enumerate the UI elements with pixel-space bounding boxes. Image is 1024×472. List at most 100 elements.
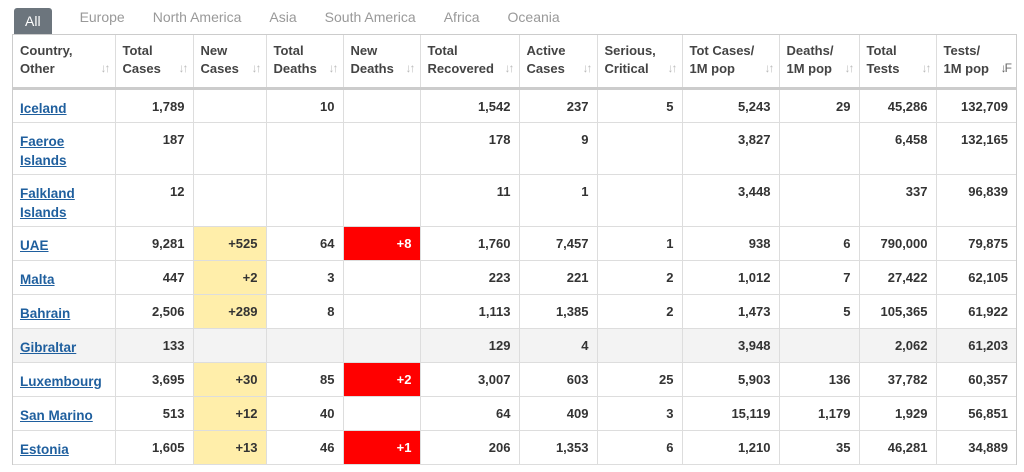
sort-arrows-icon[interactable]: ↓↑ (329, 59, 339, 77)
total-deaths-cell (266, 174, 344, 227)
new-cases-cell: +30 (193, 362, 267, 397)
cases-per-m-cell: 15,119 (682, 396, 780, 431)
sort-arrows-icon[interactable]: ↓↑ (505, 59, 515, 77)
tab-south-america[interactable]: South America (325, 7, 416, 27)
column-header[interactable]: Total Recovered ↓↑ (420, 35, 520, 90)
table-header-row: Country, Other ↓↑ Total Cases ↓↑ New Cases ↓↑ Tot… (13, 35, 1016, 90)
cases-per-m-cell: 3,448 (682, 174, 780, 227)
tests-per-m-cell: 56,851 (936, 396, 1016, 431)
country-cell: Malta (13, 260, 116, 295)
total-cases-cell: 2,506 (115, 294, 194, 329)
country-cell: Luxembourg (13, 362, 116, 397)
sort-arrows-icon[interactable]: ↓↑ (252, 59, 262, 77)
tests-per-m-cell: 79,875 (936, 226, 1016, 261)
country-cell: San Marino (13, 396, 116, 431)
country-link[interactable]: UAE (20, 238, 49, 253)
new-deaths-cell (343, 122, 421, 175)
tab-africa[interactable]: Africa (444, 7, 480, 27)
country-cell: UAE (13, 226, 116, 261)
column-header[interactable]: Total Tests ↓↑ (859, 35, 937, 90)
country-link[interactable]: Estonia (20, 442, 69, 457)
new-deaths-cell (343, 328, 421, 363)
new-cases-cell: +12 (193, 396, 267, 431)
country-link[interactable]: Falkland Islands (20, 186, 75, 220)
tests-cell: 6,458 (859, 122, 937, 175)
column-header[interactable]: Tot Cases/1M pop ↓↑ (682, 35, 780, 90)
country-link[interactable]: Malta (20, 272, 55, 287)
recovered-cell: 11 (420, 174, 520, 227)
column-header[interactable]: Deaths/1M pop ↓↑ (779, 35, 860, 90)
column-header[interactable]: Country, Other ↓↑ (13, 35, 116, 90)
cases-per-m-cell: 1,473 (682, 294, 780, 329)
tests-per-m-cell: 34,889 (936, 430, 1016, 465)
sort-arrows-icon[interactable]: ↓↑ (179, 59, 189, 77)
total-cases-cell: 9,281 (115, 226, 194, 261)
recovered-cell: 1,760 (420, 226, 520, 261)
tab-all[interactable]: All (14, 8, 52, 34)
total-cases-cell: 187 (115, 122, 194, 175)
deaths-per-m-cell: 35 (779, 430, 860, 465)
column-header[interactable]: Total Cases ↓↑ (115, 35, 194, 90)
column-header[interactable]: New Deaths ↓↑ (343, 35, 421, 90)
table-row: Bahrain 2,506 +289 8 1,113 1,385 2 1,473 5 105,36… (13, 294, 1016, 329)
new-deaths-cell: +1 (343, 430, 421, 465)
sort-arrows-icon[interactable]: ↓↑ (922, 59, 932, 77)
cases-per-m-cell: 1,210 (682, 430, 780, 465)
active-cell: 237 (519, 88, 598, 123)
sort-desc-icon[interactable]: ↓F (1001, 59, 1012, 77)
column-header[interactable]: Serious, Critical ↓↑ (597, 35, 683, 90)
tests-cell: 27,422 (859, 260, 937, 295)
sort-arrows-icon[interactable]: ↓↑ (668, 59, 678, 77)
column-header-line1: New (200, 43, 228, 58)
total-deaths-cell: 46 (266, 430, 344, 465)
new-cases-cell (193, 174, 267, 227)
active-cell: 409 (519, 396, 598, 431)
tests-per-m-cell: 132,709 (936, 88, 1016, 123)
region-tabs: All Europe North America Asia South America A… (0, 0, 1024, 34)
tests-per-m-cell: 96,839 (936, 174, 1016, 227)
column-header-line2: Recovered (427, 61, 494, 76)
tab-north-america[interactable]: North America (153, 7, 242, 27)
total-deaths-cell: 40 (266, 396, 344, 431)
active-cell: 1,385 (519, 294, 598, 329)
column-header-line1: Serious, (604, 43, 656, 58)
column-header[interactable]: Active Cases ↓↑ (519, 35, 598, 90)
country-link[interactable]: San Marino (20, 408, 93, 423)
sort-arrows-icon[interactable]: ↓↑ (765, 59, 775, 77)
deaths-per-m-cell: 29 (779, 88, 860, 123)
new-deaths-cell (343, 88, 421, 123)
column-header[interactable]: Tests/1M pop ↓F (936, 35, 1016, 90)
active-cell: 4 (519, 328, 598, 363)
recovered-cell: 1,542 (420, 88, 520, 123)
sort-arrows-icon[interactable]: ↓↑ (406, 59, 416, 77)
new-cases-cell (193, 328, 267, 363)
column-header[interactable]: Total Deaths ↓↑ (266, 35, 344, 90)
sort-arrows-icon[interactable]: ↓↑ (101, 59, 111, 77)
country-link[interactable]: Gibraltar (20, 340, 76, 355)
country-cell: Faeroe Islands (13, 122, 116, 175)
cases-per-m-cell: 938 (682, 226, 780, 261)
country-link[interactable]: Faeroe Islands (20, 134, 67, 168)
column-header[interactable]: New Cases ↓↑ (193, 35, 267, 90)
table-row: Iceland 1,789 10 1,542 237 5 5,243 29 45,286 132,… (13, 88, 1016, 123)
country-cell: Falkland Islands (13, 174, 116, 227)
sort-arrows-icon[interactable]: ↓↑ (583, 59, 593, 77)
tests-cell: 2,062 (859, 328, 937, 363)
new-deaths-cell (343, 260, 421, 295)
table-row: Falkland Islands 12 11 1 3,448 337 96,839 (13, 174, 1016, 227)
column-header-line2: Tests (866, 61, 900, 76)
tab-oceania[interactable]: Oceania (508, 7, 560, 27)
tab-asia[interactable]: Asia (269, 7, 296, 27)
total-deaths-cell: 3 (266, 260, 344, 295)
active-cell: 221 (519, 260, 598, 295)
new-cases-cell (193, 122, 267, 175)
column-header-line1: Total (427, 43, 458, 58)
new-cases-cell (193, 88, 267, 123)
country-link[interactable]: Luxembourg (20, 374, 102, 389)
country-link[interactable]: Iceland (20, 101, 67, 116)
deaths-per-m-cell: 1,179 (779, 396, 860, 431)
critical-cell (597, 174, 683, 227)
sort-arrows-icon[interactable]: ↓↑ (845, 59, 855, 77)
tab-europe[interactable]: Europe (80, 7, 125, 27)
country-link[interactable]: Bahrain (20, 306, 70, 321)
